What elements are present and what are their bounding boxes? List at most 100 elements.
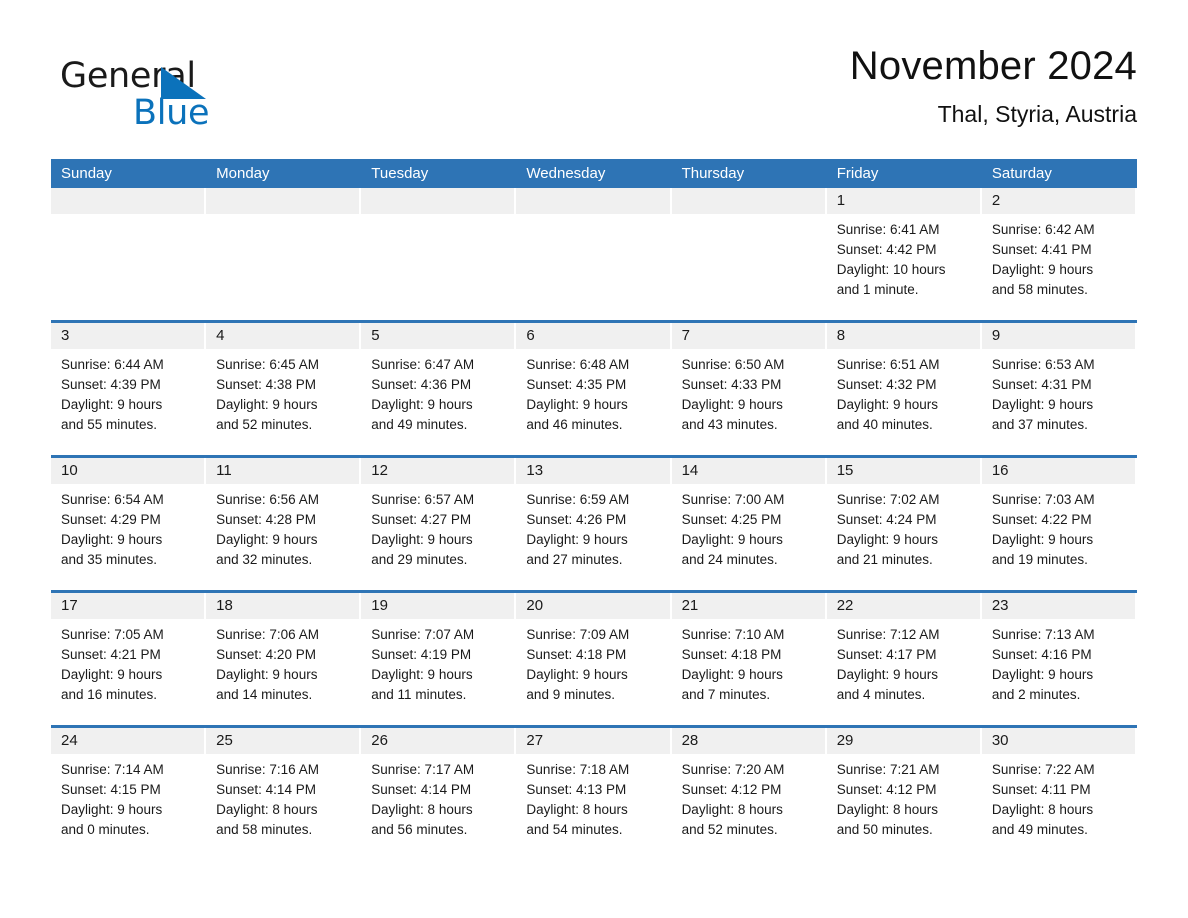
day-cell[interactable]: 30 Sunrise: 7:22 AM Sunset: 4:11 PM Dayligh… <box>981 728 1137 860</box>
day-cell[interactable]: 5 Sunrise: 6:47 AM Sunset: 4:36 PM Daylight… <box>361 323 517 455</box>
daylight-text-line1: Daylight: 9 hours <box>526 667 628 682</box>
sunset-text: Sunset: 4:25 PM <box>681 512 782 527</box>
sunset-text: Sunset: 4:38 PM <box>216 377 316 392</box>
daylight-text-line1: Daylight: 9 hours <box>681 532 783 547</box>
sunrise-text: Sunrise: 7:18 AM <box>526 762 630 777</box>
day-cell[interactable]: 19 Sunrise: 7:07 AM Sunset: 4:19 PM Dayligh… <box>361 593 517 725</box>
day-cell[interactable]: 8 Sunrise: 6:51 AM Sunset: 4:32 PM Daylight… <box>826 323 982 455</box>
day-cell[interactable]: 16 Sunrise: 7:03 AM Sunset: 4:22 PM Dayligh… <box>981 458 1137 590</box>
day-info: Sunrise: 6:54 AM Sunset: 4:29 PM Daylight:… <box>51 484 206 570</box>
sunrise-text: Sunrise: 6:54 AM <box>61 492 164 507</box>
daylight-text-line2: and 46 minutes. <box>526 417 623 432</box>
day-cell[interactable]: 2 Sunrise: 6:42 AM Sunset: 4:41 PM Daylight… <box>981 188 1137 320</box>
day-number-band <box>361 188 515 214</box>
day-info: Sunrise: 7:22 AM Sunset: 4:11 PM Daylight:… <box>982 754 1137 840</box>
day-info: Sunrise: 7:16 AM Sunset: 4:14 PM Daylight:… <box>206 754 361 840</box>
day-cell[interactable]: 28 Sunrise: 7:20 AM Sunset: 4:12 PM Dayligh… <box>671 728 827 860</box>
day-number: 16 <box>991 462 1009 479</box>
sunrise-text: Sunrise: 7:10 AM <box>681 627 785 642</box>
sunrise-text: Sunrise: 7:12 AM <box>836 627 940 642</box>
day-number-band: 10 <box>51 458 205 484</box>
day-cell[interactable]: 7 Sunrise: 6:50 AM Sunset: 4:33 PM Daylight… <box>671 323 827 455</box>
day-info: Sunrise: 7:18 AM Sunset: 4:13 PM Daylight:… <box>516 754 671 840</box>
day-number-band <box>51 188 205 214</box>
sunset-text: Sunset: 4:28 PM <box>216 512 316 527</box>
day-number-band: 8 <box>826 323 980 349</box>
daylight-text-line1: Daylight: 8 hours <box>371 802 473 817</box>
day-cell[interactable]: 10 Sunrise: 6:54 AM Sunset: 4:29 PM Dayligh… <box>51 458 207 590</box>
day-number-band: 5 <box>361 323 515 349</box>
day-number-band: 21 <box>671 593 825 619</box>
day-cell[interactable]: 20 Sunrise: 7:09 AM Sunset: 4:18 PM Dayligh… <box>516 593 672 725</box>
day-number-band: 12 <box>361 458 515 484</box>
daylight-text-line1: Daylight: 9 hours <box>991 262 1094 277</box>
day-cell[interactable]: 13 Sunrise: 6:59 AM Sunset: 4:26 PM Dayligh… <box>516 458 672 590</box>
day-number-band <box>671 188 825 214</box>
day-cell[interactable]: 26 Sunrise: 7:17 AM Sunset: 4:14 PM Dayligh… <box>361 728 517 860</box>
day-cell[interactable]: 17 Sunrise: 7:05 AM Sunset: 4:21 PM Dayligh… <box>51 593 207 725</box>
day-cell[interactable]: 9 Sunrise: 6:53 AM Sunset: 4:31 PM Daylight… <box>981 323 1137 455</box>
day-info: Sunrise: 7:00 AM Sunset: 4:25 PM Daylight:… <box>672 484 827 570</box>
day-number-band: 25 <box>206 728 360 754</box>
day-info: Sunrise: 7:10 AM Sunset: 4:18 PM Daylight:… <box>672 619 827 705</box>
daylight-text-line2: and 40 minutes. <box>836 417 933 432</box>
calendar-week-row: 3 Sunrise: 6:44 AM Sunset: 4:39 PM Daylight… <box>51 323 1137 458</box>
logo-text-blue: Blue <box>133 93 210 133</box>
day-number: 29 <box>836 732 854 749</box>
day-info: Sunrise: 6:45 AM Sunset: 4:38 PM Daylight:… <box>206 349 361 435</box>
day-number: 26 <box>371 732 388 749</box>
day-cell[interactable]: 11 Sunrise: 6:56 AM Sunset: 4:28 PM Dayligh… <box>206 458 362 590</box>
day-cell[interactable]: 27 Sunrise: 7:18 AM Sunset: 4:13 PM Dayligh… <box>516 728 672 860</box>
daylight-text-line1: Daylight: 9 hours <box>836 397 939 412</box>
sunset-text: Sunset: 4:41 PM <box>991 242 1092 257</box>
daylight-text-line1: Daylight: 9 hours <box>216 667 318 682</box>
sunrise-text: Sunrise: 6:59 AM <box>526 492 630 507</box>
day-cell-empty <box>516 188 672 320</box>
sunrise-text: Sunrise: 7:03 AM <box>991 492 1095 507</box>
day-number: 15 <box>836 462 854 479</box>
day-cell[interactable]: 25 Sunrise: 7:16 AM Sunset: 4:14 PM Dayligh… <box>206 728 362 860</box>
daylight-text-line1: Daylight: 9 hours <box>61 397 163 412</box>
day-number: 10 <box>61 462 78 479</box>
day-info: Sunrise: 7:21 AM Sunset: 4:12 PM Daylight:… <box>827 754 982 840</box>
day-cell[interactable]: 3 Sunrise: 6:44 AM Sunset: 4:39 PM Daylight… <box>51 323 207 455</box>
day-info: Sunrise: 7:02 AM Sunset: 4:24 PM Daylight:… <box>827 484 982 570</box>
day-cell[interactable]: 24 Sunrise: 7:14 AM Sunset: 4:15 PM Dayligh… <box>51 728 207 860</box>
day-info: Sunrise: 6:50 AM Sunset: 4:33 PM Daylight:… <box>672 349 827 435</box>
day-number: 7 <box>681 327 690 344</box>
day-number-band: 19 <box>361 593 515 619</box>
day-cell[interactable]: 12 Sunrise: 6:57 AM Sunset: 4:27 PM Dayligh… <box>361 458 517 590</box>
day-cell[interactable]: 15 Sunrise: 7:02 AM Sunset: 4:24 PM Dayligh… <box>826 458 982 590</box>
day-number: 24 <box>61 732 78 749</box>
daylight-text-line2: and 49 minutes. <box>991 822 1088 837</box>
day-cell[interactable]: 1 Sunrise: 6:41 AM Sunset: 4:42 PM Daylight… <box>826 188 982 320</box>
title-block: November 2024 Thal, Styria, Austria <box>850 40 1137 128</box>
weekday-header-saturday: Saturday <box>991 165 1052 182</box>
day-cell[interactable]: 6 Sunrise: 6:48 AM Sunset: 4:35 PM Daylight… <box>516 323 672 455</box>
daylight-text-line1: Daylight: 9 hours <box>61 532 163 547</box>
day-number: 14 <box>681 462 699 479</box>
day-cell[interactable]: 14 Sunrise: 7:00 AM Sunset: 4:25 PM Dayligh… <box>671 458 827 590</box>
daylight-text-line2: and 9 minutes. <box>526 687 615 702</box>
sunset-text: Sunset: 4:19 PM <box>371 647 472 662</box>
day-number: 18 <box>216 597 233 614</box>
daylight-text-line1: Daylight: 9 hours <box>216 532 318 547</box>
day-cell[interactable]: 22 Sunrise: 7:12 AM Sunset: 4:17 PM Dayligh… <box>826 593 982 725</box>
day-cell[interactable]: 21 Sunrise: 7:10 AM Sunset: 4:18 PM Dayligh… <box>671 593 827 725</box>
daylight-text-line1: Daylight: 8 hours <box>526 802 628 817</box>
daylight-text-line2: and 50 minutes. <box>836 822 933 837</box>
daylight-text-line1: Daylight: 8 hours <box>216 802 318 817</box>
daylight-text-line1: Daylight: 9 hours <box>371 532 473 547</box>
day-cell[interactable]: 4 Sunrise: 6:45 AM Sunset: 4:38 PM Daylight… <box>206 323 362 455</box>
day-info: Sunrise: 7:07 AM Sunset: 4:19 PM Daylight:… <box>361 619 516 705</box>
day-cell[interactable]: 23 Sunrise: 7:13 AM Sunset: 4:16 PM Dayligh… <box>981 593 1137 725</box>
daylight-text-line2: and 0 minutes. <box>61 822 150 837</box>
sunset-text: Sunset: 4:39 PM <box>61 377 161 392</box>
day-cell[interactable]: 29 Sunrise: 7:21 AM Sunset: 4:12 PM Dayligh… <box>826 728 982 860</box>
daylight-text-line2: and 35 minutes. <box>61 552 158 567</box>
sunrise-text: Sunrise: 6:45 AM <box>216 357 319 372</box>
daylight-text-line2: and 16 minutes. <box>61 687 158 702</box>
sunset-text: Sunset: 4:33 PM <box>681 377 782 392</box>
sunset-text: Sunset: 4:17 PM <box>836 647 937 662</box>
day-cell[interactable]: 18 Sunrise: 7:06 AM Sunset: 4:20 PM Dayligh… <box>206 593 362 725</box>
